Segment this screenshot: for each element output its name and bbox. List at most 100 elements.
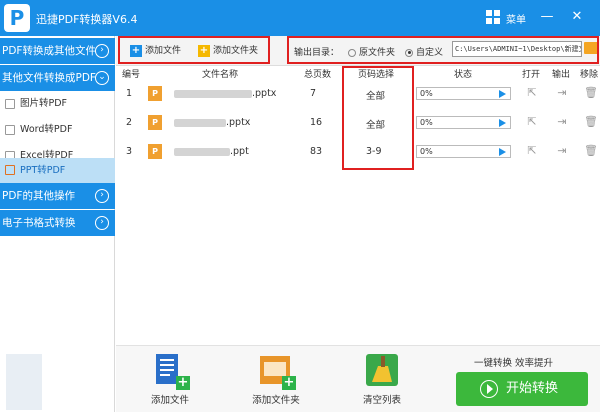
app-logo: P (4, 4, 30, 32)
col-num: 编号 (122, 70, 141, 80)
app-title: 迅捷PDF转换器V6.4 (36, 13, 138, 26)
sidebar-item-word-to-pdf[interactable]: Word转PDF (0, 118, 115, 142)
bottom-add-folder-label: 添加文件夹 (252, 395, 300, 406)
open-external-icon[interactable]: ⇱ (526, 115, 538, 128)
chevron-right-icon: › (95, 44, 109, 58)
trash-icon[interactable]: 🗑 (584, 144, 598, 157)
col-open: 打开 (522, 70, 541, 80)
plus-icon: + (130, 44, 142, 57)
progress-text: 0% (420, 89, 433, 98)
blurred-filename (174, 89, 252, 98)
output-icon[interactable]: ⇥ (556, 86, 568, 99)
sidebar-category-pdf-other-ops[interactable]: PDF的其他操作 › (0, 183, 115, 209)
minimize-icon[interactable]: — (538, 8, 556, 26)
qr-code-image (6, 354, 42, 410)
sidebar-item-label: PPT转PDF (20, 165, 66, 176)
trash-icon[interactable]: 🗑 (584, 115, 598, 128)
page-range[interactable]: 全部 (366, 88, 385, 102)
progress-bar: 0% (416, 87, 511, 100)
row-num: 2 (126, 117, 133, 128)
title-bar: P 迅捷PDF转换器V6.4 菜单 — ✕ (0, 0, 600, 36)
col-name: 文件名称 (202, 70, 239, 80)
output-path-input[interactable]: C:\Users\ADMINI~1\Desktop\新建文 (452, 41, 582, 57)
progress-text: 0% (420, 118, 433, 127)
tip-text: 一键转换 效率提升 (474, 358, 554, 369)
open-external-icon[interactable]: ⇱ (526, 86, 538, 99)
plus-icon: + (176, 375, 190, 390)
bottom-add-file-button[interactable]: + 添加文件 (140, 352, 200, 406)
add-folder-button[interactable]: + 添加文件夹 (198, 44, 258, 58)
chevron-right-icon: › (95, 216, 109, 230)
open-external-icon[interactable]: ⇱ (526, 144, 538, 157)
play-icon[interactable] (499, 148, 506, 156)
folder-plus-icon: + (198, 44, 210, 57)
file-name: .pptx (174, 88, 276, 99)
clear-list-button[interactable]: 清空列表 (352, 352, 412, 406)
table-row[interactable]: 3 P .ppt 83 3-9 0% ⇱ ⇥ 🗑 (116, 138, 600, 166)
radio-original-folder[interactable]: 原文件夹 (348, 45, 395, 58)
file-ext: .pptx (226, 117, 251, 128)
plus-icon: + (282, 375, 296, 390)
start-convert-button[interactable]: 开始转换 (456, 372, 588, 406)
grid-icon[interactable] (486, 10, 500, 24)
ppt-file-icon: P (148, 115, 162, 130)
output-icon[interactable]: ⇥ (556, 144, 568, 157)
table-row[interactable]: 1 P .pptx 7 全部 0% ⇱ ⇥ 🗑 (116, 80, 600, 108)
play-icon[interactable] (499, 90, 506, 98)
col-pages: 总页数 (304, 70, 332, 80)
progress-text: 0% (420, 147, 433, 156)
sidebar-item-image-to-pdf[interactable]: 图片转PDF (0, 92, 115, 116)
start-convert-label: 开始转换 (506, 381, 559, 396)
table-row[interactable]: 2 P .pptx 16 全部 0% ⇱ ⇥ 🗑 (116, 109, 600, 137)
radio-original-label: 原文件夹 (359, 48, 396, 58)
progress-bar: 0% (416, 145, 511, 158)
sidebar-category-label: 其他文件转换成PDF (2, 72, 96, 84)
page-count: 83 (310, 146, 323, 157)
chevron-down-icon: ⌄ (95, 71, 109, 85)
app-window: P 迅捷PDF转换器V6.4 菜单 — ✕ PDF转换成其他文件 › 其他文件转… (0, 0, 600, 412)
page-range[interactable]: 全部 (366, 117, 385, 131)
clear-list-label: 清空列表 (362, 395, 401, 406)
play-icon[interactable] (499, 119, 506, 127)
row-num: 1 (126, 88, 133, 99)
trash-icon[interactable]: 🗑 (584, 86, 598, 99)
blurred-filename (174, 118, 226, 127)
ppt-file-icon: P (148, 144, 162, 159)
file-name: .pptx (174, 117, 250, 128)
page-range[interactable]: 3-9 (366, 146, 382, 157)
folder-icon[interactable] (584, 42, 598, 54)
file-ext: .ppt (230, 146, 249, 157)
output-icon[interactable]: ⇥ (556, 115, 568, 128)
col-range: 页码选择 (358, 70, 395, 80)
radio-custom-folder[interactable]: 自定义 (405, 45, 443, 58)
file-ext: .pptx (252, 88, 277, 99)
sidebar: PDF转换成其他文件 › 其他文件转换成PDF ⌄ 图片转PDF Word转PD… (0, 36, 115, 412)
page-count: 16 (310, 117, 323, 128)
bottom-add-folder-button[interactable]: + 添加文件夹 (246, 352, 306, 406)
broom-icon (364, 352, 400, 388)
ppt-icon (5, 165, 15, 175)
sidebar-category-other-to-pdf[interactable]: 其他文件转换成PDF ⌄ (0, 65, 115, 91)
chevron-right-icon: › (95, 189, 109, 203)
ppt-file-icon: P (148, 86, 162, 101)
bottom-add-file-label: 添加文件 (150, 395, 189, 406)
add-folder-icon: + (258, 352, 296, 390)
menu-button[interactable]: 菜单 (506, 11, 526, 26)
sidebar-category-ebook[interactable]: 电子书格式转换 › (0, 210, 115, 236)
sidebar-item-label: Word转PDF (20, 124, 73, 135)
sidebar-item-ppt-to-pdf[interactable]: PPT转PDF (0, 158, 115, 184)
row-num: 3 (126, 146, 133, 157)
close-icon[interactable]: ✕ (568, 8, 586, 26)
progress-bar: 0% (416, 116, 511, 129)
blurred-filename (174, 147, 230, 156)
add-file-button[interactable]: + 添加文件 (130, 44, 181, 58)
sidebar-category-label: 电子书格式转换 (2, 217, 76, 229)
add-file-icon: + (152, 352, 190, 390)
output-dir-label: 输出目录： (294, 48, 340, 58)
table-header: 编号 文件名称 总页数 页码选择 状态 打开 输出 移除 (116, 66, 600, 80)
play-circle-icon (480, 380, 498, 398)
radio-custom-label: 自定义 (416, 48, 444, 58)
sidebar-category-pdf-to-other[interactable]: PDF转换成其他文件 › (0, 38, 115, 64)
sidebar-category-label: PDF的其他操作 (2, 190, 75, 202)
col-remove: 移除 (580, 70, 599, 80)
